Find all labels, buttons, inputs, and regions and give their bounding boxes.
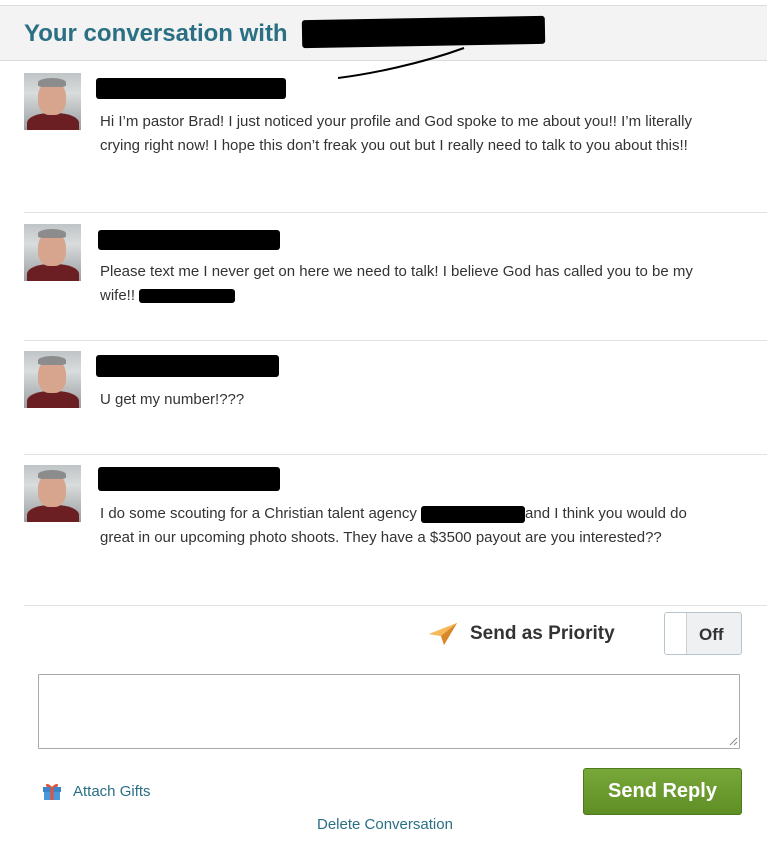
send-reply-button[interactable]: Send Reply bbox=[583, 768, 742, 815]
redacted-sender-name bbox=[98, 230, 280, 250]
message-text-start: I do some scouting for a Christian talen… bbox=[100, 505, 417, 522]
redacted-phone bbox=[139, 289, 236, 304]
message-item: I do some scouting for a Christian talen… bbox=[0, 455, 767, 605]
redacted-sender-name bbox=[96, 355, 279, 377]
send-as-priority-label: Send as Priority bbox=[470, 623, 615, 644]
redacted-sender-name bbox=[98, 467, 280, 491]
resize-handle-icon[interactable] bbox=[728, 736, 738, 746]
message-text: Hi I’m pastor Brad! I just noticed your … bbox=[100, 113, 692, 154]
toggle-state: Off bbox=[699, 625, 724, 644]
message-item: Please text me I never get on here we ne… bbox=[0, 213, 767, 340]
message-text: Please text me I never get on here we ne… bbox=[100, 260, 720, 308]
message-text: I do some scouting for a Christian talen… bbox=[100, 502, 720, 550]
redacted-agency-name bbox=[421, 505, 526, 523]
avatar[interactable] bbox=[24, 73, 81, 130]
message-text: U get my number!??? bbox=[100, 391, 245, 408]
message-item: U get my number!??? bbox=[0, 341, 767, 454]
reply-textarea[interactable] bbox=[38, 674, 740, 749]
toggle-knob bbox=[665, 613, 687, 654]
message-item: Hi I’m pastor Brad! I just noticed your … bbox=[0, 70, 767, 212]
attach-gifts-link[interactable]: Attach Gifts bbox=[42, 780, 151, 802]
gift-icon bbox=[43, 783, 61, 800]
divider bbox=[24, 605, 767, 606]
paper-plane-icon bbox=[429, 623, 457, 645]
priority-row: Send as Priority Off bbox=[0, 612, 767, 656]
conversation-header: Your conversation with bbox=[0, 5, 767, 79]
priority-toggle[interactable]: Off bbox=[664, 612, 742, 655]
attach-gifts-label: Attach Gifts bbox=[73, 782, 151, 800]
avatar[interactable] bbox=[24, 465, 81, 522]
redacted-sender-name bbox=[96, 78, 286, 99]
delete-conversation-link[interactable]: Delete Conversation bbox=[317, 816, 453, 833]
page-title: Your conversation with bbox=[24, 20, 288, 47]
avatar[interactable] bbox=[24, 224, 81, 281]
avatar[interactable] bbox=[24, 351, 81, 408]
